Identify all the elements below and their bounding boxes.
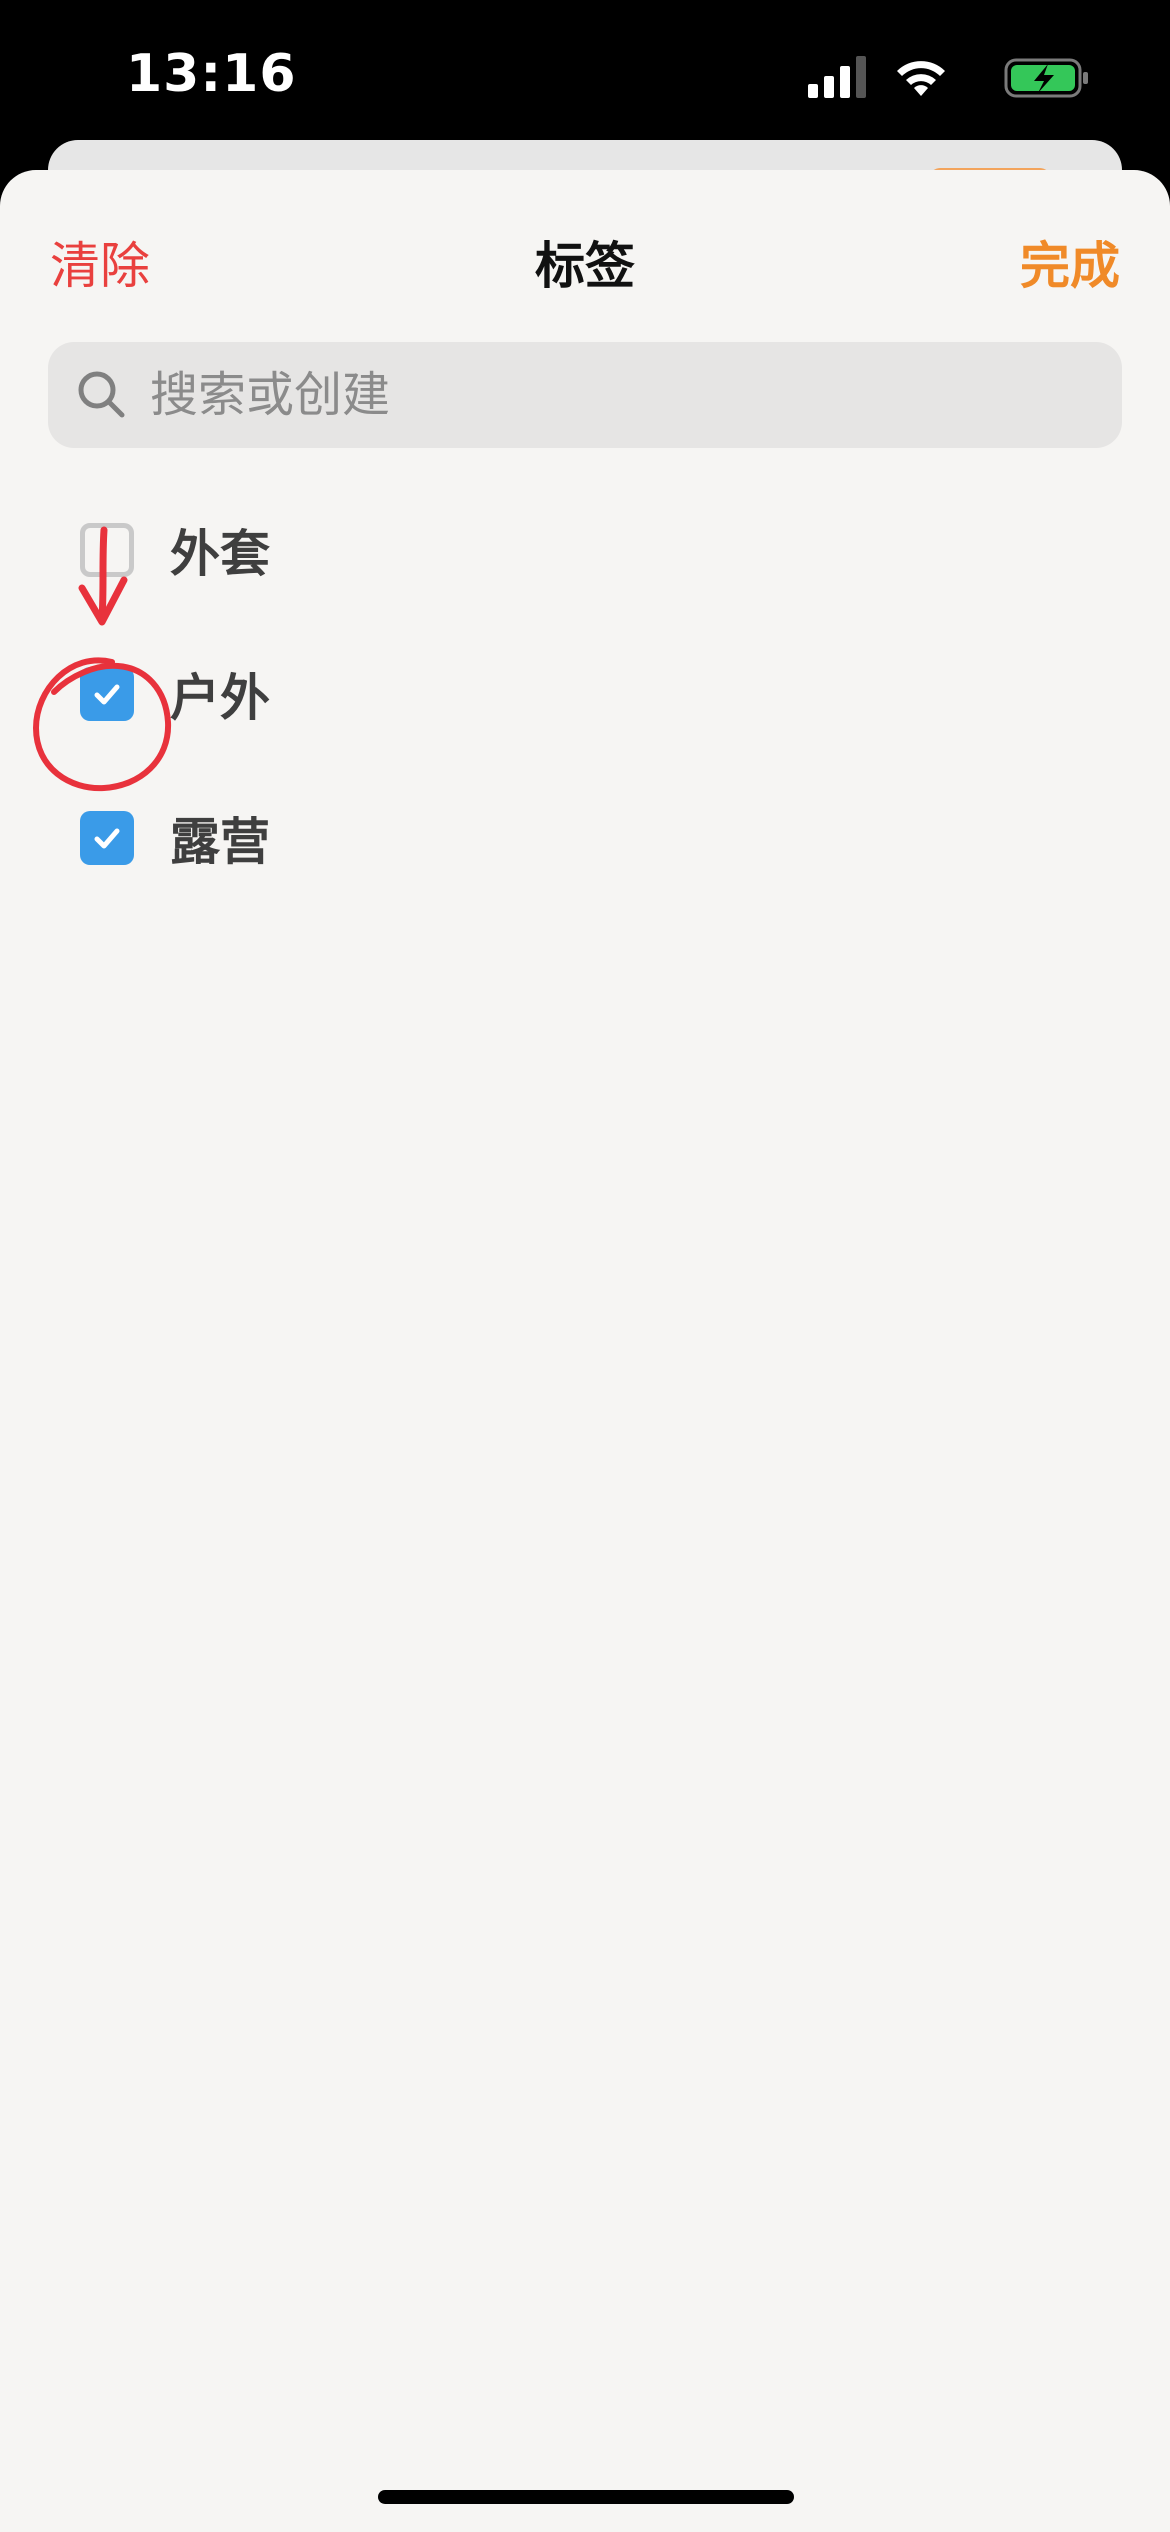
home-indicator[interactable]	[378, 2490, 794, 2504]
search-icon	[78, 371, 125, 418]
tag-checkbox-checked[interactable]	[80, 667, 134, 721]
sheet-title: 标签	[535, 237, 635, 295]
status-bar: 13:16	[0, 0, 1170, 150]
tag-checkbox-unchecked[interactable]	[80, 523, 134, 577]
tag-checkbox-checked[interactable]	[80, 811, 134, 865]
done-button[interactable]: 完成	[1020, 226, 1120, 298]
tag-item-outerwear[interactable]: 外套	[80, 500, 270, 600]
tag-item-camping[interactable]: 露营	[80, 788, 270, 888]
search-bar[interactable]	[48, 342, 1122, 448]
checkmark-icon	[94, 684, 120, 705]
signal-icon	[808, 56, 866, 98]
wifi-icon	[897, 61, 945, 96]
checkmark-icon	[94, 828, 120, 849]
clear-button[interactable]: 清除	[50, 226, 150, 298]
tag-label: 露营	[170, 813, 270, 871]
battery-charging-icon	[1004, 58, 1088, 98]
status-time: 13:16	[126, 44, 297, 104]
tag-item-outdoor[interactable]: 户外	[80, 644, 270, 744]
search-input[interactable]	[148, 366, 1052, 424]
tag-label: 外套	[170, 525, 270, 583]
tag-label: 户外	[170, 669, 270, 727]
sheet-nav-bar: 清除 标签 完成	[0, 170, 1170, 340]
tags-sheet: 清除 标签 完成 外套 户外	[0, 170, 1170, 2532]
